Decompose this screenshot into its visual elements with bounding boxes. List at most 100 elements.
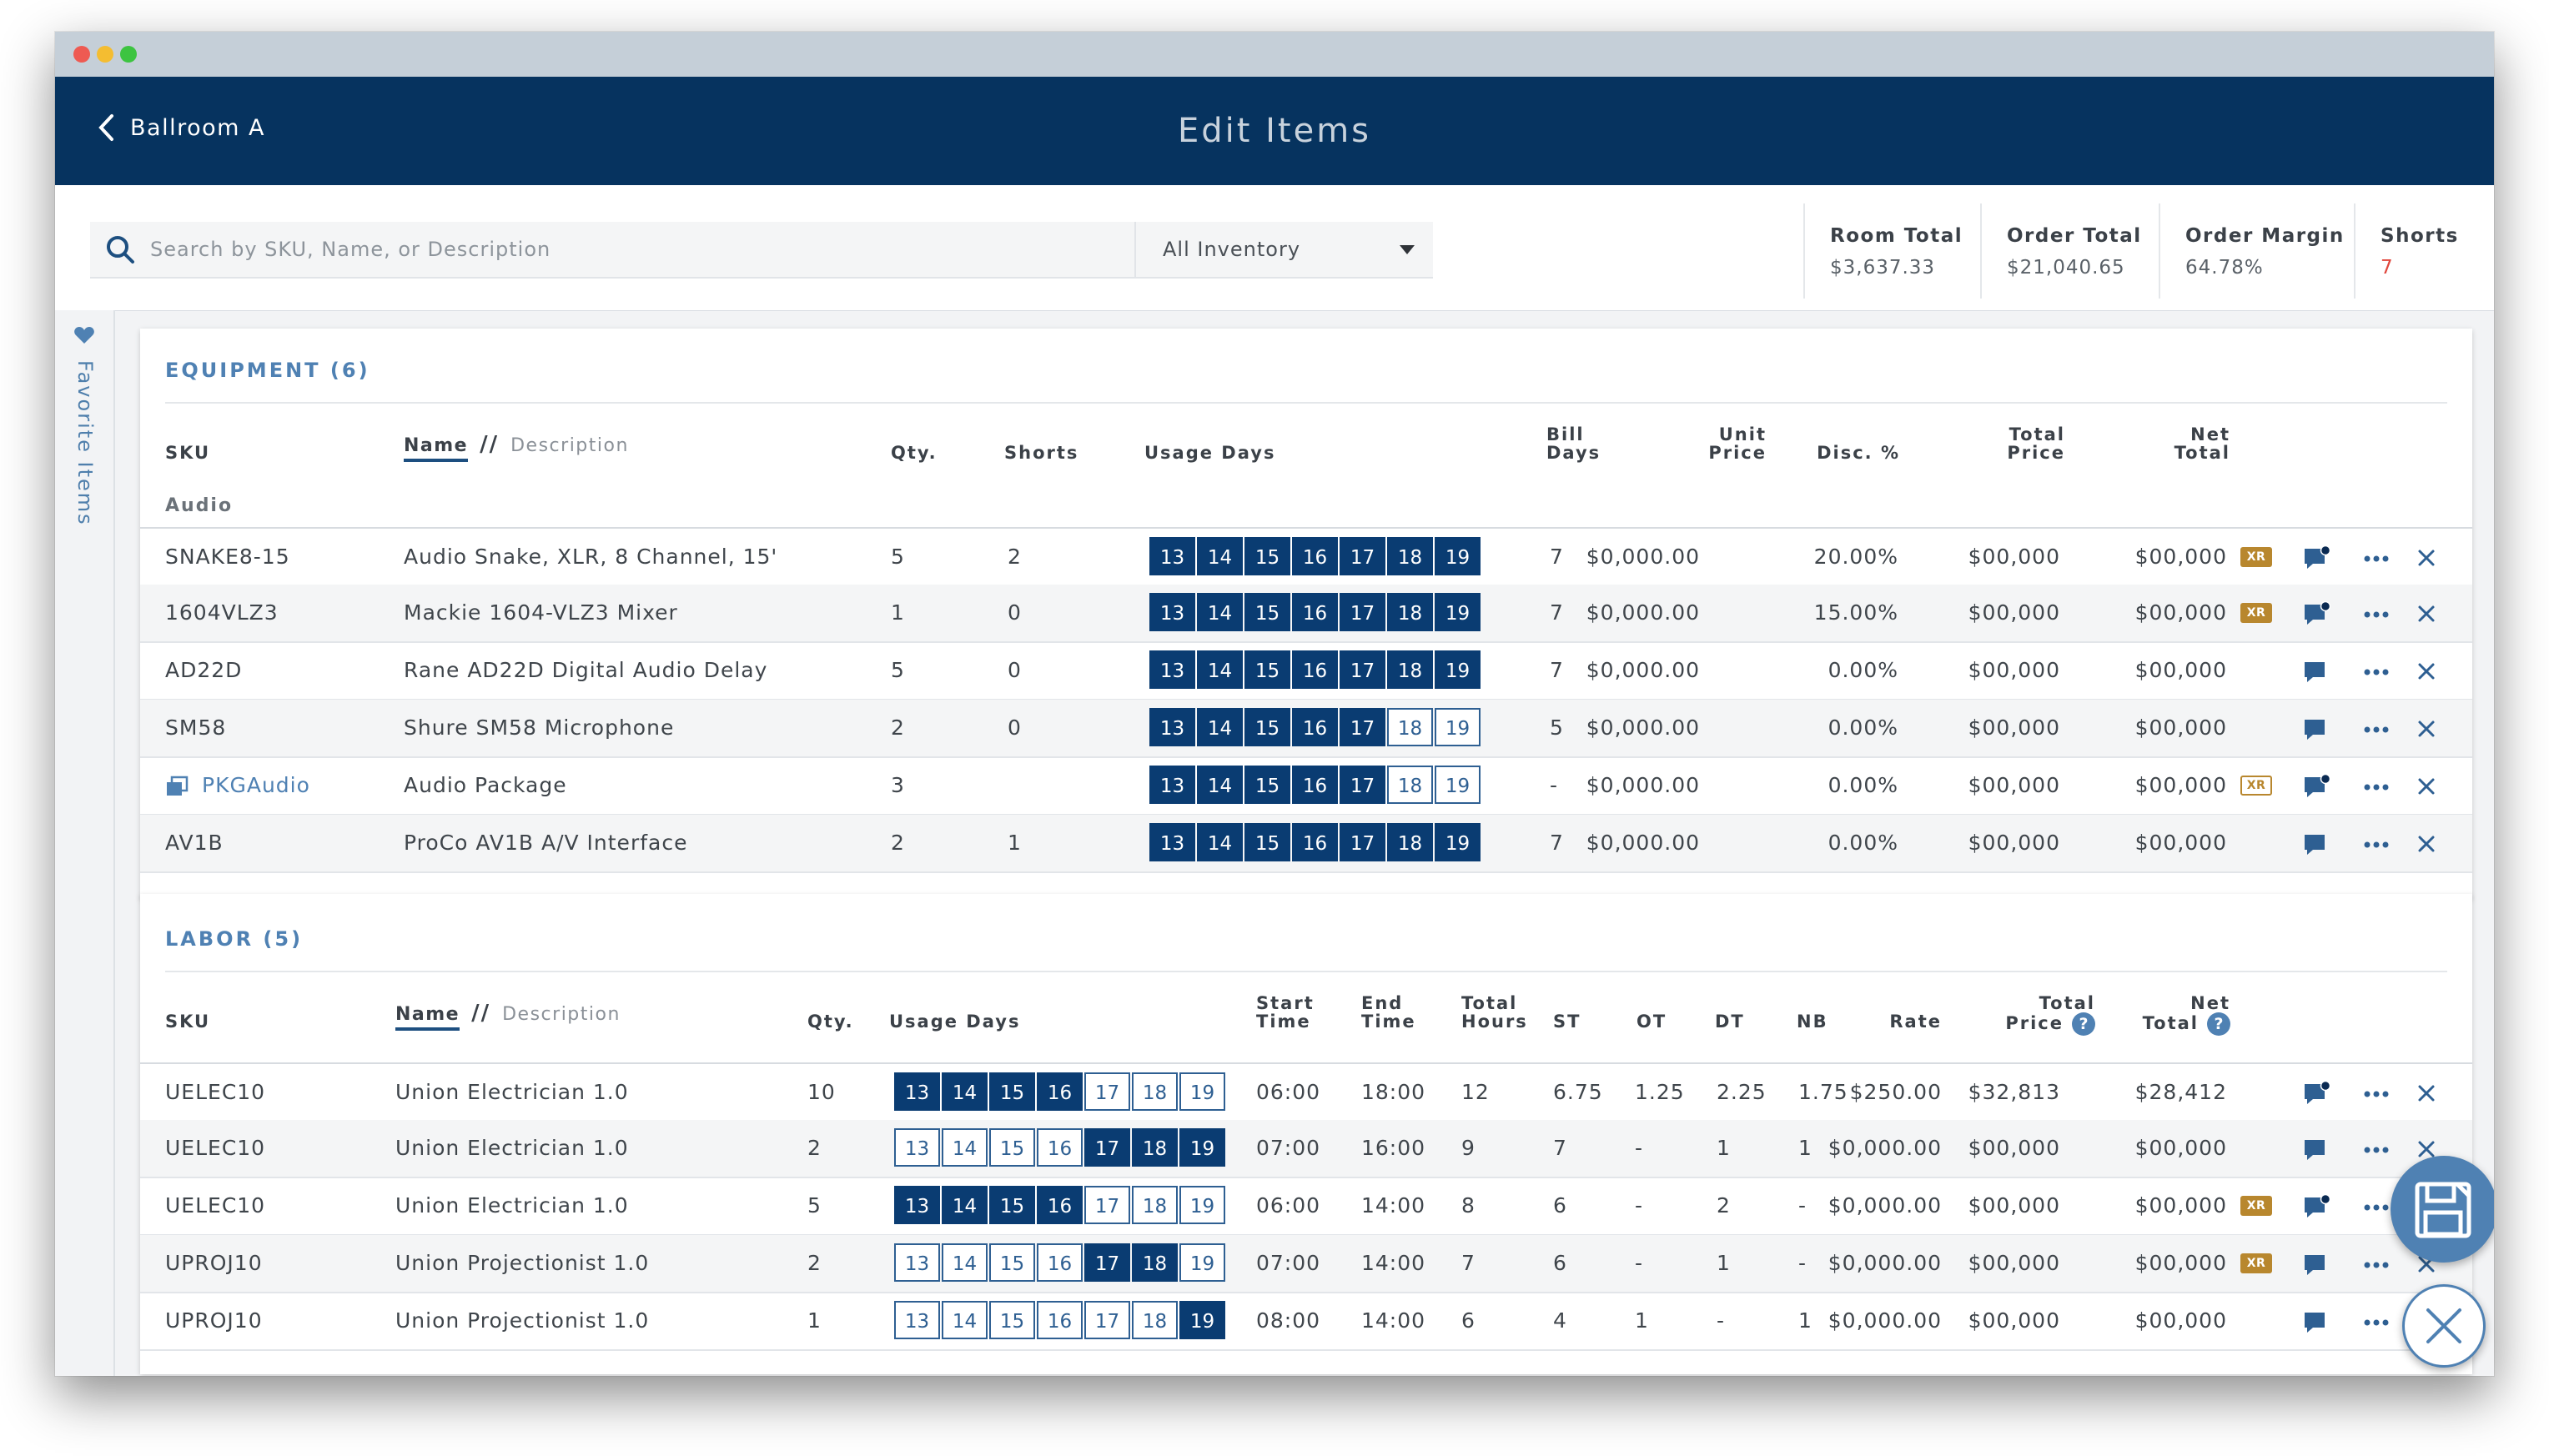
usage-day-toggle[interactable]: 17 (1340, 708, 1385, 746)
remove-row-icon[interactable] (2412, 774, 2441, 799)
table-row[interactable]: SNAKE8-15 Audio Snake, XLR, 8 Channel, 15… (140, 527, 2472, 587)
usage-day-toggle[interactable]: 13 (894, 1072, 940, 1111)
remove-row-icon[interactable] (2412, 716, 2441, 741)
more-options-icon[interactable] (2362, 601, 2391, 626)
xr-badge[interactable]: XR (2240, 603, 2272, 623)
usage-day-toggle[interactable]: 19 (1435, 823, 1481, 861)
usage-day-toggle[interactable]: 14 (1197, 650, 1243, 689)
column-header-name[interactable]: Name // Description (404, 434, 629, 462)
usage-day-toggle[interactable]: 13 (1149, 593, 1195, 631)
usage-day-toggle[interactable]: 14 (1197, 593, 1243, 631)
more-options-icon[interactable] (2362, 1137, 2391, 1162)
usage-day-toggle[interactable]: 19 (1179, 1186, 1225, 1224)
more-options-icon[interactable] (2362, 545, 2391, 570)
usage-day-toggle[interactable]: 13 (1149, 823, 1195, 861)
usage-day-toggle[interactable]: 15 (1244, 708, 1290, 746)
usage-day-toggle[interactable]: 17 (1340, 766, 1385, 804)
favorites-sidebar[interactable]: Favorite Items (55, 310, 115, 1376)
usage-day-toggle[interactable]: 16 (1292, 593, 1338, 631)
usage-day-toggle[interactable]: 14 (942, 1301, 988, 1339)
usage-day-toggle[interactable]: 19 (1435, 537, 1481, 575)
usage-day-toggle[interactable]: 18 (1132, 1301, 1178, 1339)
inventory-filter-select[interactable]: All Inventory (1134, 222, 1433, 279)
usage-day-toggle[interactable]: 15 (1244, 650, 1290, 689)
usage-day-toggle[interactable]: 13 (1149, 537, 1195, 575)
usage-day-toggle[interactable]: 18 (1132, 1186, 1178, 1224)
usage-day-toggle[interactable]: 17 (1340, 650, 1385, 689)
comment-icon[interactable] (2302, 1309, 2330, 1334)
usage-day-toggle[interactable]: 13 (894, 1186, 940, 1224)
usage-day-toggle[interactable]: 18 (1132, 1072, 1178, 1111)
usage-day-toggle[interactable]: 19 (1435, 708, 1481, 746)
xr-badge[interactable]: XR (2240, 1196, 2272, 1216)
usage-day-toggle[interactable]: 15 (989, 1243, 1035, 1282)
comment-icon[interactable] (2302, 1194, 2330, 1219)
usage-day-toggle[interactable]: 16 (1037, 1128, 1083, 1167)
window-minimize-control[interactable] (97, 46, 113, 63)
usage-day-toggle[interactable]: 17 (1084, 1186, 1130, 1224)
table-row[interactable]: SM58 Shure SM58 Microphone 2 0 13 14 15 16 17 18 1… (140, 700, 2472, 758)
usage-day-toggle[interactable]: 13 (1149, 650, 1195, 689)
usage-day-toggle[interactable]: 17 (1084, 1301, 1130, 1339)
remove-row-icon[interactable] (2412, 1081, 2441, 1106)
usage-day-toggle[interactable]: 16 (1037, 1186, 1083, 1224)
usage-day-toggle[interactable]: 18 (1387, 650, 1433, 689)
comment-icon[interactable] (2302, 659, 2330, 684)
usage-day-toggle[interactable]: 19 (1435, 593, 1481, 631)
usage-day-toggle[interactable]: 19 (1179, 1301, 1225, 1339)
window-close-control[interactable] (73, 46, 90, 63)
comment-icon[interactable] (2302, 601, 2330, 626)
search-input[interactable] (148, 237, 1136, 262)
usage-day-toggle[interactable]: 15 (1244, 823, 1290, 861)
table-row[interactable]: AV1B ProCo AV1B A/V Interface 2 1 13 14 15 16 17… (140, 815, 2472, 873)
remove-row-icon[interactable] (2412, 659, 2441, 684)
comment-icon[interactable] (2302, 716, 2330, 741)
xr-badge[interactable]: XR (2240, 547, 2272, 567)
usage-day-toggle[interactable]: 16 (1292, 823, 1338, 861)
usage-day-toggle[interactable]: 18 (1387, 766, 1433, 804)
usage-day-toggle[interactable]: 14 (1197, 708, 1243, 746)
table-row[interactable]: UPROJ10 Union Projectionist 1.0 2 13 14 15 16 1… (140, 1235, 2472, 1293)
more-options-icon[interactable] (2362, 1081, 2391, 1106)
more-options-icon[interactable] (2362, 1309, 2391, 1334)
remove-row-icon[interactable] (2412, 545, 2441, 570)
xr-badge[interactable]: XR (2240, 776, 2272, 796)
usage-day-toggle[interactable]: 15 (989, 1301, 1035, 1339)
table-row[interactable]: UPROJ10 Union Projectionist 1.0 1 13 14 15 16 1… (140, 1293, 2472, 1351)
help-icon[interactable]: ? (2072, 1012, 2095, 1036)
remove-row-icon[interactable] (2412, 831, 2441, 856)
usage-day-toggle[interactable]: 14 (942, 1186, 988, 1224)
usage-day-toggle[interactable]: 14 (1197, 537, 1243, 575)
more-options-icon[interactable] (2362, 716, 2391, 741)
window-maximize-control[interactable] (120, 46, 137, 63)
package-sku-link[interactable]: PKGAudio (165, 757, 310, 814)
usage-day-toggle[interactable]: 13 (1149, 708, 1195, 746)
usage-day-toggle[interactable]: 18 (1387, 708, 1433, 746)
help-icon[interactable]: ? (2207, 1012, 2230, 1036)
usage-day-toggle[interactable]: 19 (1179, 1243, 1225, 1282)
usage-day-toggle[interactable]: 19 (1435, 650, 1481, 689)
usage-day-toggle[interactable]: 18 (1387, 537, 1433, 575)
usage-day-toggle[interactable]: 16 (1292, 766, 1338, 804)
usage-day-toggle[interactable]: 16 (1292, 650, 1338, 689)
usage-day-toggle[interactable]: 18 (1132, 1243, 1178, 1282)
table-row[interactable]: UELEC10 Union Electrician 1.0 5 13 14 15 16 17 1… (140, 1177, 2472, 1236)
usage-day-toggle[interactable]: 14 (942, 1243, 988, 1282)
table-row[interactable]: UELEC10 Union Electrician 1.0 10 13 14 15 16 17… (140, 1062, 2472, 1122)
usage-day-toggle[interactable]: 16 (1037, 1072, 1083, 1111)
table-row[interactable]: AD22D Rane AD22D Digital Audio Delay 5 0 13 1… (140, 642, 2472, 700)
usage-day-toggle[interactable]: 13 (1149, 766, 1195, 804)
comment-icon[interactable] (2302, 831, 2330, 856)
usage-day-toggle[interactable]: 17 (1340, 593, 1385, 631)
remove-row-icon[interactable] (2412, 601, 2441, 626)
usage-day-toggle[interactable]: 14 (1197, 766, 1243, 804)
usage-day-toggle[interactable]: 14 (1197, 823, 1243, 861)
usage-day-toggle[interactable]: 15 (989, 1186, 1035, 1224)
usage-day-toggle[interactable]: 15 (1244, 766, 1290, 804)
usage-day-toggle[interactable]: 17 (1084, 1128, 1130, 1167)
usage-day-toggle[interactable]: 18 (1132, 1128, 1178, 1167)
usage-day-toggle[interactable]: 13 (894, 1128, 940, 1167)
more-options-icon[interactable] (2362, 1252, 2391, 1277)
usage-day-toggle[interactable]: 17 (1340, 823, 1385, 861)
usage-day-toggle[interactable]: 18 (1387, 823, 1433, 861)
